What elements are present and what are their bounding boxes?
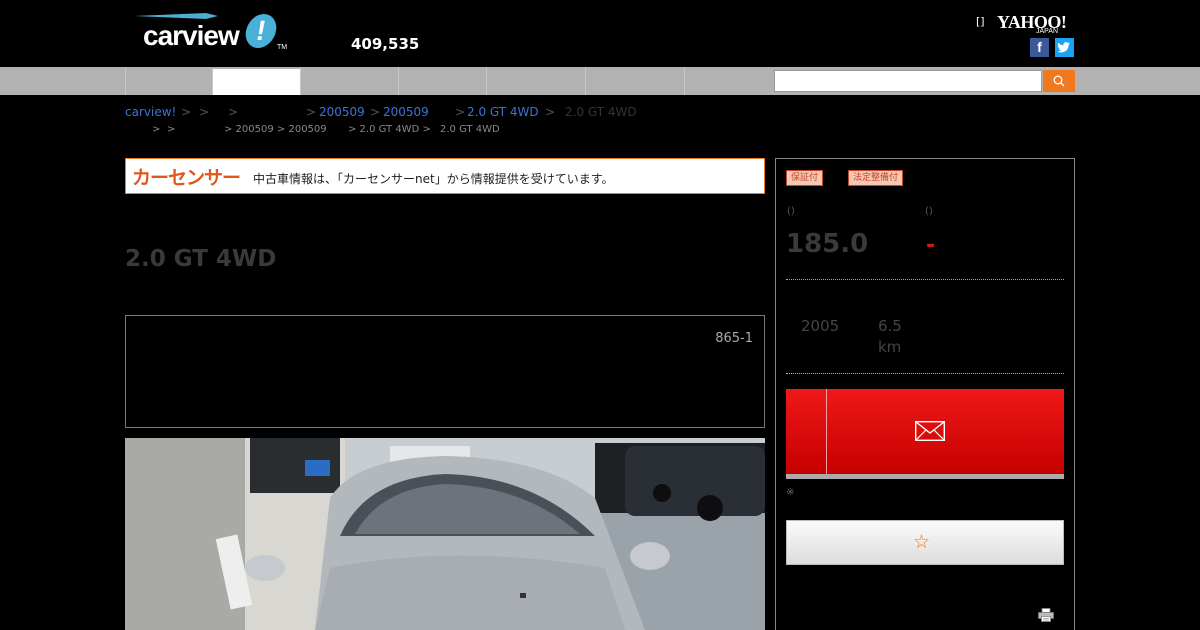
breadcrumb-sep: >	[370, 105, 381, 119]
twitter-icon[interactable]	[1055, 38, 1074, 57]
nav-tab-4[interactable]	[398, 67, 486, 95]
vehicle-price: 185.0	[786, 229, 869, 259]
favorite-button[interactable]: ☆	[786, 520, 1064, 565]
divider	[786, 373, 1064, 374]
car-title: 2.0 GT 4WD	[125, 246, 277, 272]
mileage: 6.5	[878, 317, 902, 335]
car-photo-illustration	[125, 438, 765, 630]
search-input[interactable]	[774, 70, 1042, 92]
warranty-badge: 保証付	[786, 170, 824, 186]
price-label: ()	[787, 206, 795, 217]
breadcrumb-grade[interactable]: 2.0 GT 4WD	[467, 105, 539, 119]
logo-exclamation: !	[243, 14, 279, 48]
car-photo[interactable]	[125, 438, 765, 630]
logo-trademark: TM	[277, 44, 288, 51]
breadcrumb-sep: >	[306, 105, 317, 119]
model-year: 2005	[801, 317, 840, 335]
facebook-icon[interactable]: f	[1030, 38, 1049, 57]
breadcrumb2-sep: >	[152, 124, 161, 135]
breadcrumb2-segment: > 2.0 GT 4WD >	[348, 124, 431, 135]
divider	[786, 279, 1064, 280]
breadcrumb-sep: >	[228, 105, 239, 119]
mail-icon	[915, 421, 945, 441]
breadcrumb-model-year-b[interactable]: 200509	[383, 105, 429, 119]
nav-tab-3[interactable]	[300, 67, 398, 95]
breadcrumb-sep: >	[545, 105, 556, 119]
breadcrumb-sep: >	[181, 105, 192, 119]
breadcrumb2-current: 2.0 GT 4WD	[440, 124, 500, 135]
carview-logo[interactable]: carview ! TM	[134, 10, 294, 55]
nav-tab-5[interactable]	[486, 67, 585, 95]
inquiry-button[interactable]	[786, 389, 1064, 479]
printer-icon[interactable]	[1038, 608, 1054, 622]
inspection-badge: 法定整備付	[848, 170, 904, 186]
total-price: -	[926, 233, 936, 258]
button-divider	[826, 389, 827, 474]
member-count: 409,535	[351, 35, 420, 53]
mileage-unit: km	[878, 338, 902, 356]
breadcrumb2-segment: > 200509 > 200509	[224, 124, 327, 135]
breadcrumb2-sep: >	[167, 124, 176, 135]
breadcrumb-home[interactable]: carview!	[125, 105, 176, 119]
yahoo-japan-logo[interactable]: YAHOO! JAPAN	[997, 12, 1073, 35]
breadcrumb-current: 2.0 GT 4WD	[565, 105, 637, 119]
star-icon: ☆	[913, 532, 931, 553]
inquiry-note: ※	[786, 487, 795, 498]
total-price-label: ()	[925, 206, 933, 217]
logo-wordmark: carview	[143, 20, 240, 51]
nav-tab-7[interactable]	[684, 67, 773, 95]
nav-tab-1[interactable]	[125, 67, 212, 95]
header-link[interactable]: []	[976, 15, 985, 28]
carsensor-logo: カーセンサー	[132, 167, 241, 189]
search-icon	[1053, 75, 1065, 87]
shop-code: 865-1	[715, 331, 753, 346]
nav-tab-2-active[interactable]	[212, 69, 300, 95]
price-panel: 保証付 法定整備付 () () 185.0 - 2005 6.5 km ※ ☆	[775, 158, 1075, 630]
nav-tab-6[interactable]	[585, 67, 684, 95]
carsensor-banner[interactable]: カーセンサー 中古車情報は、「カーセンサーnet」から情報提供を受けています。	[125, 158, 765, 194]
search-button[interactable]	[1043, 70, 1075, 92]
breadcrumb-sep: >	[455, 105, 466, 119]
carsensor-notice: 中古車情報は、「カーセンサーnet」から情報提供を受けています。	[253, 172, 614, 186]
shop-info-box: 865-1	[125, 315, 765, 428]
breadcrumb-model-year-a[interactable]: 200509	[319, 105, 365, 119]
breadcrumb-sep: >	[199, 105, 210, 119]
yahoo-japan-sub: JAPAN	[1036, 28, 1059, 35]
